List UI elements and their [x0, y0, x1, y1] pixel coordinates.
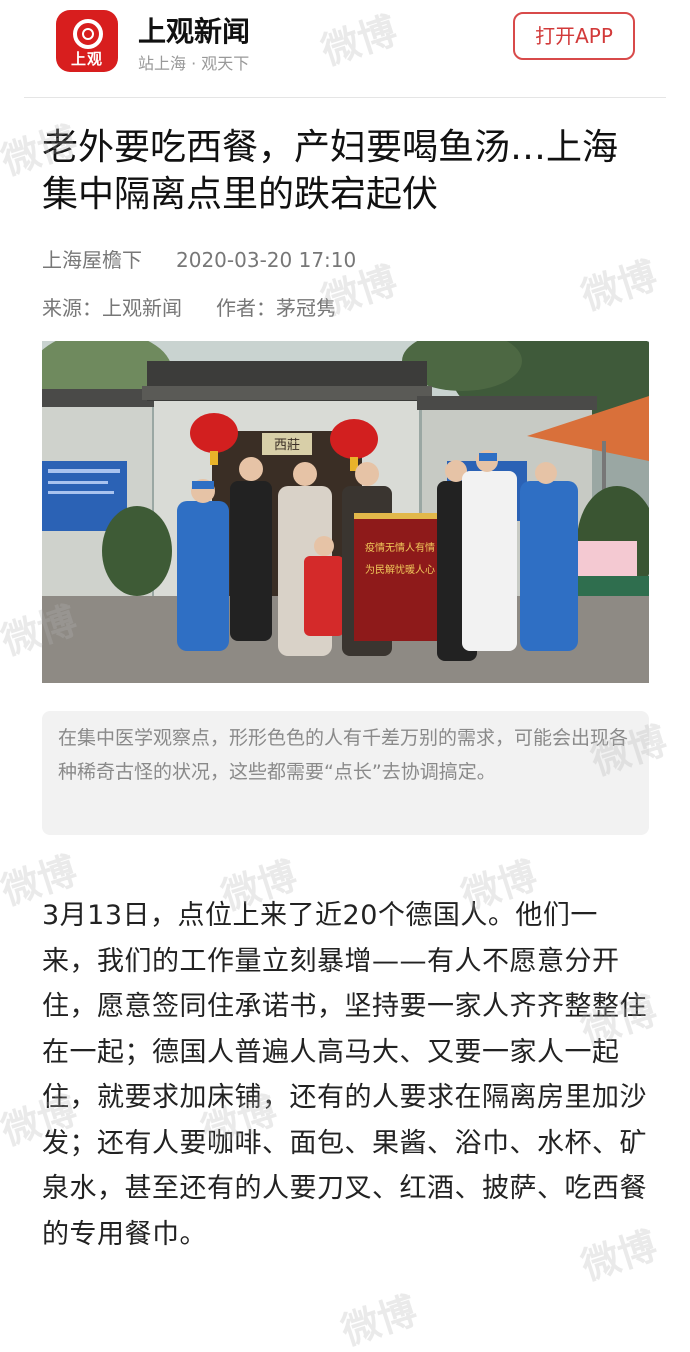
brand-slogan: 站上海 · 观天下 [138, 54, 250, 73]
article-source: 来源：上观新闻 [42, 296, 182, 320]
svg-text:疫情无情人有情: 疫情无情人有情 [365, 541, 435, 554]
article-author: 作者：茅冠隽 [216, 296, 336, 320]
photo-caption: 在集中医学观察点，形形色色的人有千差万别的需求，可能会出现各种稀奇古怪的状况，这… [42, 711, 649, 835]
article-date: 2020-03-20 17:10 [176, 248, 357, 272]
watermark: 微博 [336, 1288, 423, 1352]
app-logo[interactable]: 上观 [56, 10, 118, 72]
logo-ring-icon [73, 19, 103, 49]
article-body: 3月13日，点位上来了近20个德国人。他们一来，我们的工作量立刻暴增——有人不愿… [42, 900, 647, 1250]
article-column[interactable]: 上海屋檐下 [42, 248, 142, 272]
header-divider [24, 97, 666, 98]
article-photo[interactable]: 西莊 疫情无情人有情 为民解忧暖人心 [42, 341, 649, 683]
watermark: 微博 [576, 253, 663, 319]
svg-text:为民解忧暖人心: 为民解忧暖人心 [365, 563, 435, 576]
open-app-button[interactable]: 打开APP [513, 12, 635, 60]
app-header: 上观 上观新闻 站上海 · 观天下 打开APP [0, 0, 690, 98]
article-title: 老外要吃西餐，产妇要喝鱼汤…上海集中隔离点里的跌宕起伏 [42, 127, 619, 215]
article-source-line: 来源：上观新闻 作者：茅冠隽 [42, 292, 336, 321]
article-meta: 上海屋檐下 2020-03-20 17:10 [42, 244, 356, 273]
article-page: 上观 上观新闻 站上海 · 观天下 打开APP 老外要吃西餐，产妇要喝鱼汤…上海… [0, 0, 690, 1352]
logo-text: 上观 [70, 50, 103, 68]
gate-plaque: 西莊 [274, 438, 300, 453]
brand-name: 上观新闻 [138, 15, 251, 48]
